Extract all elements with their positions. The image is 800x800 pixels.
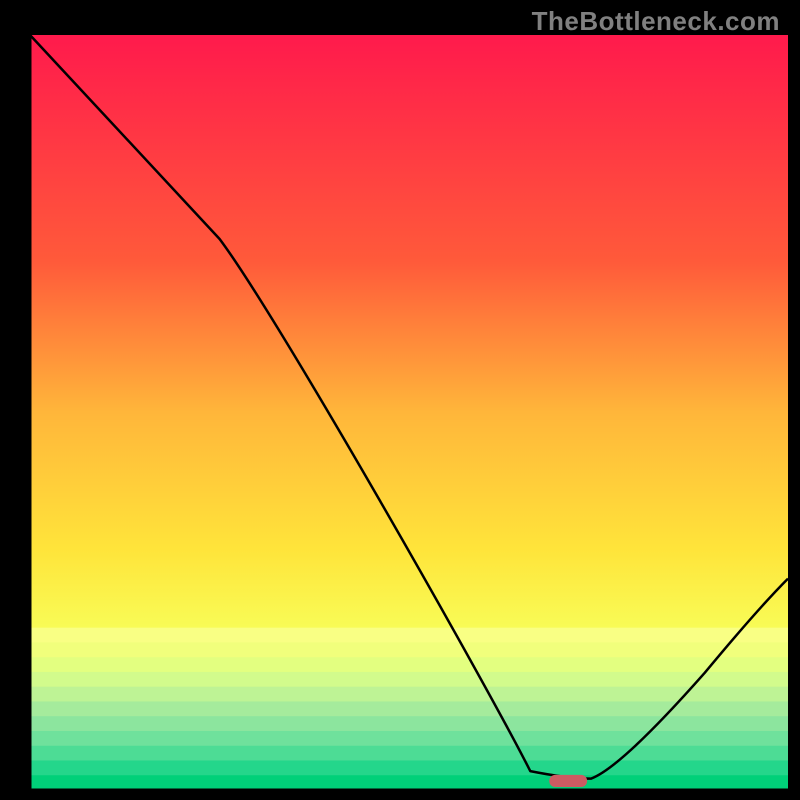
band-lines	[30, 628, 788, 791]
watermark: TheBottleneck.com	[532, 6, 780, 37]
optimal-marker	[549, 775, 587, 787]
chart-container: { "watermark": "TheBottleneck.com", "cha…	[0, 0, 800, 800]
chart-svg	[0, 0, 800, 800]
